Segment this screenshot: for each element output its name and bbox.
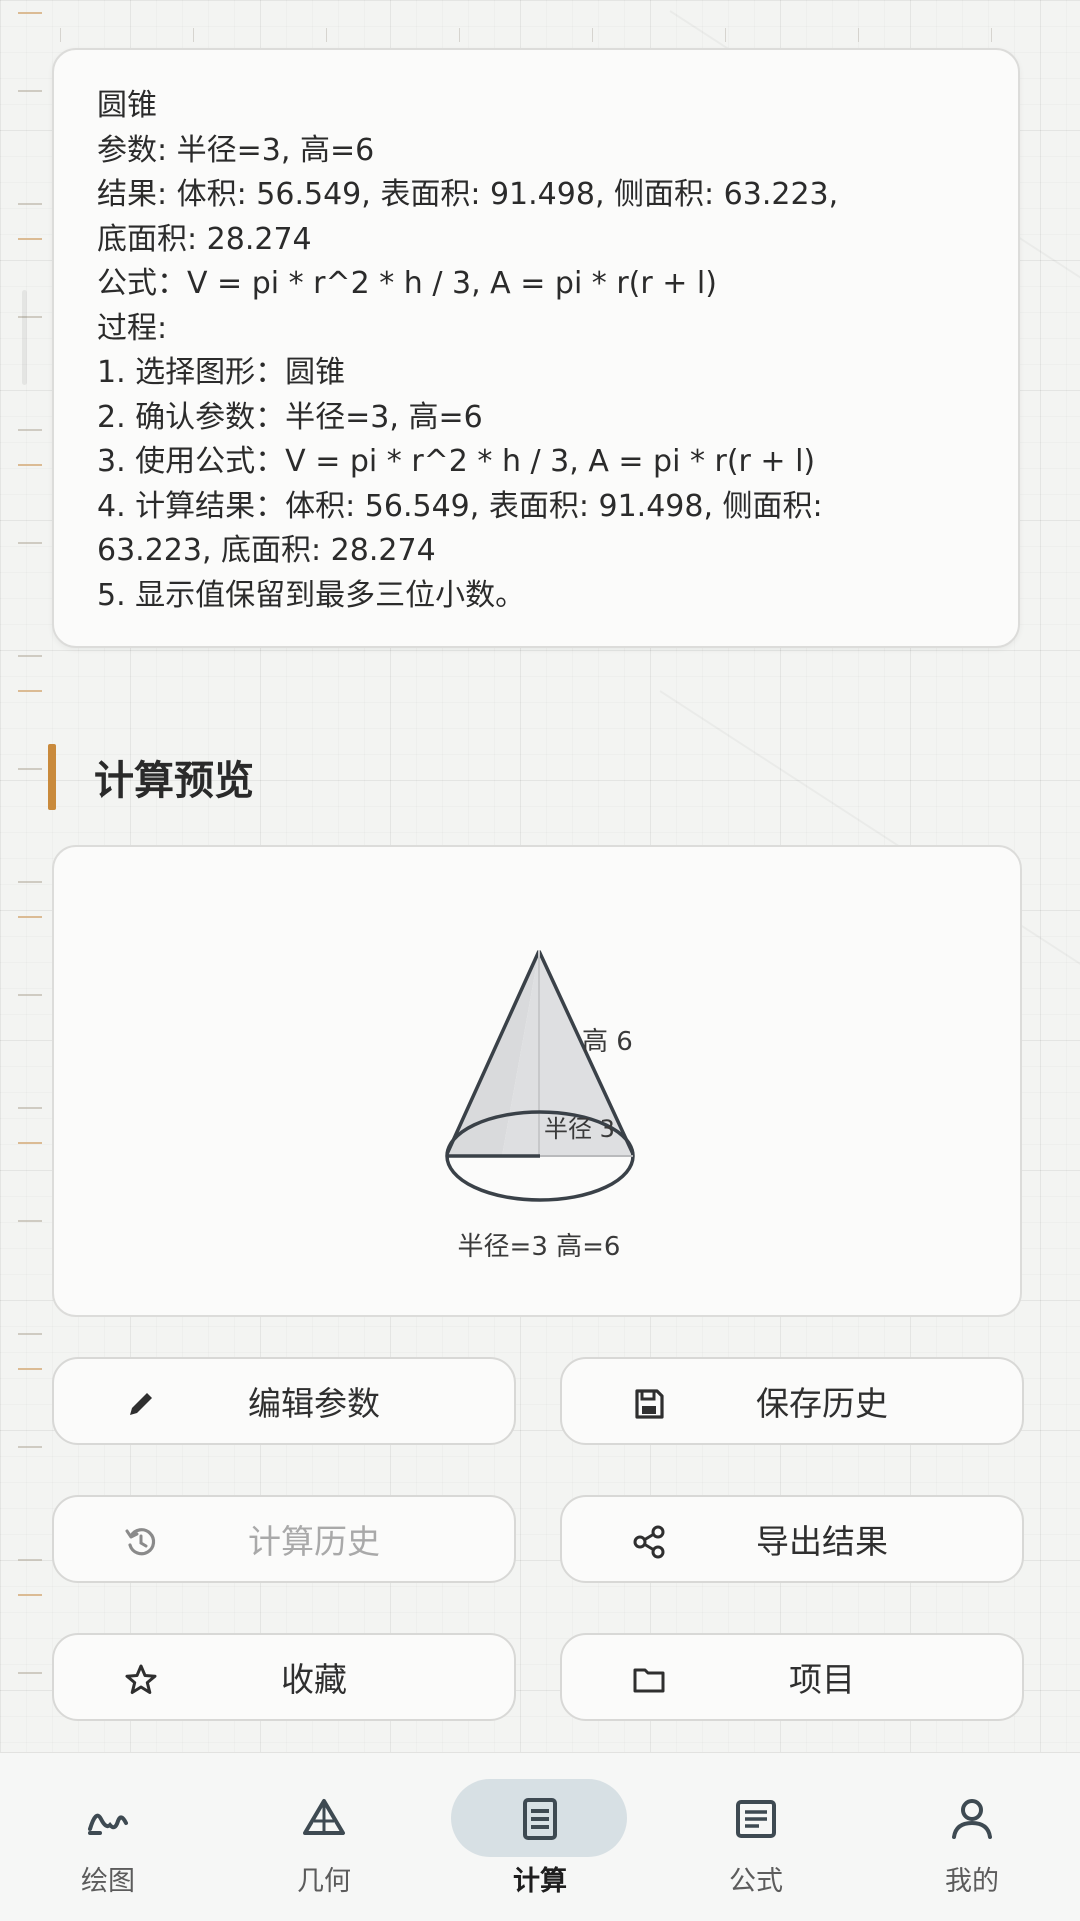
edit-params-label: 编辑参数 — [248, 1384, 380, 1423]
user-profile-icon — [952, 1799, 992, 1839]
result-shape-name: 圆锥 — [97, 88, 157, 123]
project-label: 项目 — [789, 1660, 855, 1699]
star-icon — [125, 1664, 157, 1694]
left-ruler-accent-ticks — [18, 0, 42, 1750]
process-step-4: 4. 计算结果：体积: 56.549, 表面积: 91.498, 侧面积: — [97, 488, 823, 524]
result-values: 结果: 体积: 56.549, 表面积: 91.498, 侧面积: 63.223… — [97, 177, 839, 212]
nav-label-geometry: 几何 — [297, 1866, 351, 1897]
pencil-icon — [130, 1393, 152, 1415]
save-history-label: 保存历史 — [756, 1384, 888, 1423]
nav-item-profile[interactable]: 我的 — [864, 1753, 1080, 1921]
result-card: 圆锥 参数: 半径=3, 高=6 结果: 体积: 56.549, 表面积: 91… — [52, 48, 1020, 648]
bottom-navigation: 绘图 几何 计算 公式 我的 — [0, 1752, 1080, 1921]
process-step-5: 5. 显示值保留到最多三位小数。 — [97, 577, 526, 613]
project-button[interactable]: 项目 — [560, 1633, 1024, 1721]
preview-caption: 半径=3 高=6 — [458, 1232, 621, 1262]
radius-label: 半径 3 — [544, 1115, 615, 1143]
nav-item-geometry[interactable]: 几何 — [216, 1753, 432, 1921]
process-step-4-cont: 63.223, 底面积: 28.274 — [97, 533, 436, 568]
preview-section-header: 计算预览 — [48, 744, 254, 810]
scroll-indicator — [22, 290, 27, 385]
nav-item-formula[interactable]: 公式 — [648, 1753, 864, 1921]
nav-label-profile: 我的 — [945, 1866, 999, 1897]
calc-history-label: 计算历史 — [248, 1522, 380, 1561]
process-step-2: 2. 确认参数：半径=3, 高=6 — [97, 399, 483, 435]
formula-document-icon — [736, 1800, 776, 1838]
edit-params-button[interactable]: 编辑参数 — [52, 1357, 516, 1445]
geometry-triangle-icon — [303, 1799, 345, 1835]
result-process-heading: 过程: — [97, 310, 168, 346]
preview-card: 高 6 半径 3 半径=3 高=6 — [52, 845, 1022, 1317]
calculator-list-icon — [523, 1798, 557, 1840]
section-title: 计算预览 — [94, 758, 254, 804]
history-clock-icon — [125, 1528, 156, 1556]
export-result-label: 导出结果 — [756, 1522, 888, 1561]
top-ruler-ticks — [60, 28, 1020, 42]
favorite-label: 收藏 — [281, 1660, 347, 1699]
export-result-button[interactable]: 导出结果 — [560, 1495, 1024, 1583]
process-step-3: 3. 使用公式：V = pi * r^2 * h / 3, A = pi * r… — [97, 444, 816, 479]
share-icon — [633, 1525, 665, 1559]
calc-history-button[interactable]: 计算历史 — [52, 1495, 516, 1583]
curve-plot-icon — [88, 1813, 128, 1835]
cone-preview-drawing: 高 6 半径 3 半径=3 高=6 — [445, 950, 635, 1262]
result-values-cont: 底面积: 28.274 — [97, 221, 312, 257]
folder-icon — [633, 1668, 665, 1693]
save-history-button[interactable]: 保存历史 — [560, 1357, 1024, 1445]
nav-item-calculate[interactable]: 计算 — [432, 1753, 648, 1921]
result-formula: 公式：V = pi * r^2 * h / 3, A = pi * r(r + … — [97, 266, 717, 301]
nav-label-plot: 绘图 — [81, 1866, 135, 1897]
result-params: 参数: 半径=3, 高=6 — [97, 132, 375, 168]
nav-label-formula: 公式 — [729, 1866, 783, 1897]
section-accent-bar — [48, 744, 56, 810]
height-label: 高 6 — [582, 1027, 633, 1057]
nav-item-plot[interactable]: 绘图 — [0, 1753, 216, 1921]
save-disk-icon — [635, 1389, 664, 1419]
process-step-1: 1. 选择图形：圆锥 — [97, 355, 346, 390]
nav-label-calculate: 计算 — [513, 1866, 567, 1897]
favorite-button[interactable]: 收藏 — [52, 1633, 516, 1721]
